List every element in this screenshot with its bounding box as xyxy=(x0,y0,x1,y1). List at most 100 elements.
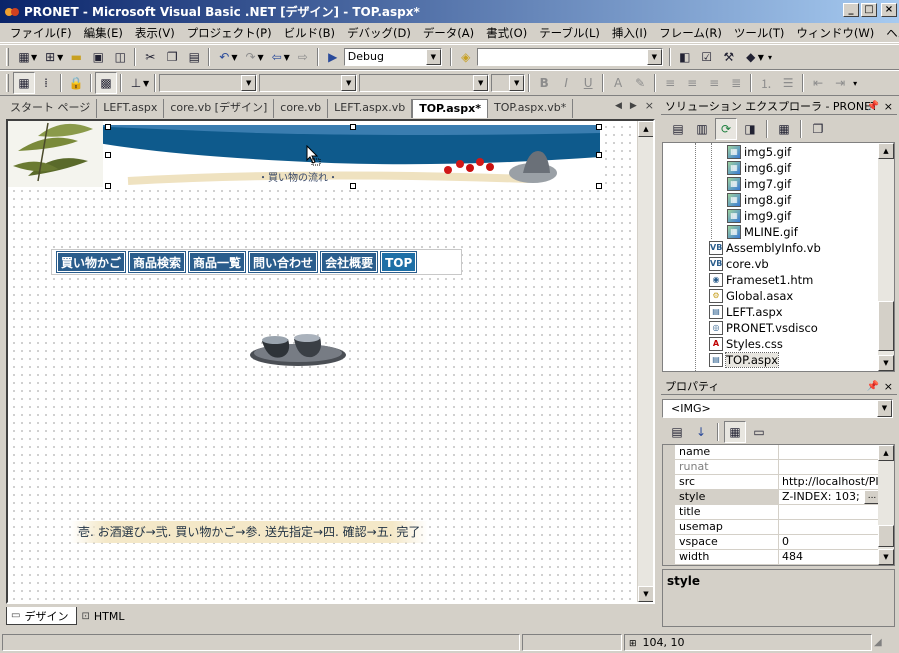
resize-handle[interactable] xyxy=(350,183,356,189)
toolbox-icon[interactable]: ⚒ xyxy=(718,46,740,68)
tab-top-aspx[interactable]: TOP.aspx* xyxy=(412,99,488,118)
design-vertical-scrollbar[interactable]: ▲ ▼ xyxy=(637,121,653,602)
dropdown-arrow-icon[interactable]: ▼ xyxy=(31,53,37,62)
property-grid-scrollbar[interactable]: ▲ ▼ xyxy=(878,445,894,565)
navigate-forward-icon[interactable]: ⇨ xyxy=(292,46,314,68)
pin-icon[interactable]: 📌 xyxy=(867,101,879,112)
solution-tree-scrollbar[interactable]: ▲ ▼ xyxy=(878,143,894,371)
tree-item[interactable]: ▦ img5.gif xyxy=(727,144,791,160)
banner-image[interactable]: ・買い物の流れ・ xyxy=(8,121,600,187)
property-row[interactable]: runat xyxy=(663,460,880,475)
resize-handle[interactable] xyxy=(596,183,602,189)
minimize-button[interactable]: _ xyxy=(843,3,859,17)
tab-left-aspx-vb[interactable]: LEFT.aspx.vb xyxy=(328,99,413,118)
tree-item[interactable]: ▤ LEFT.aspx xyxy=(709,304,783,320)
purchase-steps-text[interactable]: 壱. お酒選び→弐. 買い物かご→参. 送先指定→四. 確認→五. 完了 xyxy=(70,521,429,543)
maximize-button[interactable]: □ xyxy=(861,3,877,17)
tab-core-vb[interactable]: core.vb xyxy=(274,99,329,118)
view-designer-icon[interactable]: ▥ xyxy=(691,118,713,140)
find-combo[interactable]: ▼ xyxy=(476,48,663,66)
toolbar-grip[interactable] xyxy=(6,48,9,66)
tree-item[interactable]: ▦ MLINE.gif xyxy=(727,224,798,240)
chevron-down-icon[interactable]: ▼ xyxy=(241,75,257,91)
dropdown-arrow-icon[interactable]: ▼ xyxy=(57,53,63,62)
align-right-icon[interactable]: ≡ xyxy=(703,72,725,94)
italic-button[interactable]: I xyxy=(555,72,577,94)
menu-project[interactable]: プロジェクト(P) xyxy=(181,24,278,42)
justify-icon[interactable]: ≣ xyxy=(725,72,747,94)
save-all-icon[interactable]: ◫ xyxy=(109,46,131,68)
underline-button[interactable]: U xyxy=(577,72,599,94)
outdent-icon[interactable]: ⇤ xyxy=(807,72,829,94)
tab-core-vb-design[interactable]: core.vb [デザイン] xyxy=(164,99,275,118)
property-pages-icon[interactable]: ▭ xyxy=(748,421,770,443)
design-surface[interactable]: ・買い物の流れ・ 買い物かご 商品検索 商品一覧 問い合わせ 会社概要 TOP xyxy=(6,119,655,604)
menu-debug[interactable]: デバッグ(D) xyxy=(341,24,417,42)
teacups-image[interactable] xyxy=(248,333,348,367)
dropdown-arrow-icon[interactable]: ▼ xyxy=(231,53,237,62)
properties-page-icon[interactable]: ▦ xyxy=(773,118,795,140)
dropdown-arrow-icon[interactable]: ▼ xyxy=(143,79,149,88)
menu-build[interactable]: ビルド(B) xyxy=(278,24,341,42)
fore-color-icon[interactable]: A xyxy=(607,72,629,94)
alphabetical-icon[interactable]: ↓ xyxy=(690,421,712,443)
tab-html-view[interactable]: ⊡ HTML xyxy=(77,607,132,625)
menu-format[interactable]: 書式(O) xyxy=(480,24,533,42)
menu-table[interactable]: テーブル(L) xyxy=(533,24,606,42)
pin-icon[interactable]: 📌 xyxy=(867,381,879,392)
resize-handle[interactable] xyxy=(596,152,602,158)
resize-grip-icon[interactable]: ◢ xyxy=(874,637,882,648)
cut-icon[interactable]: ✂ xyxy=(139,46,161,68)
font-name-select[interactable]: ▼ xyxy=(259,74,358,92)
menu-tools[interactable]: ツール(T) xyxy=(728,24,791,42)
menu-file[interactable]: ファイル(F) xyxy=(4,24,78,42)
numbered-list-icon[interactable]: ⒈ xyxy=(755,72,777,94)
tab-start-page[interactable]: スタート ページ xyxy=(4,99,98,118)
chevron-down-icon[interactable]: ▼ xyxy=(646,49,662,65)
tab-left-aspx[interactable]: LEFT.aspx xyxy=(97,99,165,118)
tab-scroll-right-icon[interactable]: ▶ xyxy=(630,101,637,112)
scroll-down-icon[interactable]: ▼ xyxy=(878,549,894,565)
bold-button[interactable]: B xyxy=(533,72,555,94)
nav-company-button[interactable]: 会社概要 xyxy=(320,251,379,273)
property-row[interactable]: vspace 0 xyxy=(663,535,880,550)
tree-item[interactable]: ▦ img8.gif xyxy=(727,192,791,208)
close-document-icon[interactable]: × xyxy=(645,99,654,112)
nav-buttons-image[interactable]: 買い物かご 商品検索 商品一覧 問い合わせ 会社概要 TOP xyxy=(51,249,462,275)
lock-icon[interactable]: 🔒 xyxy=(65,72,87,94)
snap-grid-icon[interactable]: ▩ xyxy=(95,72,117,94)
save-icon[interactable]: ▣ xyxy=(87,46,109,68)
paste-icon[interactable]: ▤ xyxy=(183,46,205,68)
menu-window[interactable]: ウィンドウ(W) xyxy=(790,24,880,42)
toolbar-grip[interactable] xyxy=(6,74,9,92)
resize-handle[interactable] xyxy=(105,152,111,158)
solution-config-select[interactable]: Debug ▼ xyxy=(343,48,442,66)
toolbar-options-icon[interactable]: ▾ xyxy=(853,79,857,88)
chevron-down-icon[interactable]: ▼ xyxy=(341,75,357,91)
property-row[interactable]: width 484 xyxy=(663,550,880,565)
tree-item[interactable]: ▦ img9.gif xyxy=(727,208,791,224)
align-left-icon[interactable]: ≡ xyxy=(659,72,681,94)
menu-edit[interactable]: 編集(E) xyxy=(78,24,129,42)
menu-view[interactable]: 表示(V) xyxy=(129,24,181,42)
copy-icon[interactable]: ❐ xyxy=(161,46,183,68)
tab-top-aspx-vb[interactable]: TOP.aspx.vb* xyxy=(488,99,574,118)
tree-item[interactable]: ⚙ Global.asax xyxy=(709,288,793,304)
chevron-down-icon[interactable]: ▼ xyxy=(473,75,489,91)
start-icon[interactable]: ▶ xyxy=(322,46,344,68)
tree-item[interactable]: ▦ img6.gif xyxy=(727,160,791,176)
property-row[interactable]: name xyxy=(663,445,880,460)
properties-icon[interactable]: ☑ xyxy=(696,46,718,68)
chevron-down-icon[interactable]: ▼ xyxy=(425,49,441,65)
nav-top-button[interactable]: TOP xyxy=(380,251,418,273)
font-size-select[interactable]: ▼ xyxy=(359,74,490,92)
align-center-icon[interactable]: ≡ xyxy=(681,72,703,94)
scroll-thumb[interactable] xyxy=(878,525,894,547)
resize-handle[interactable] xyxy=(105,183,111,189)
menu-help[interactable]: ヘルプ(H) xyxy=(880,24,899,42)
nav-search-button[interactable]: 商品検索 xyxy=(128,251,187,273)
dropdown-arrow-icon[interactable]: ▼ xyxy=(758,53,764,62)
property-row[interactable]: usemap xyxy=(663,520,880,535)
tab-scroll-left-icon[interactable]: ◀ xyxy=(615,101,622,112)
resize-handle[interactable] xyxy=(596,124,602,130)
